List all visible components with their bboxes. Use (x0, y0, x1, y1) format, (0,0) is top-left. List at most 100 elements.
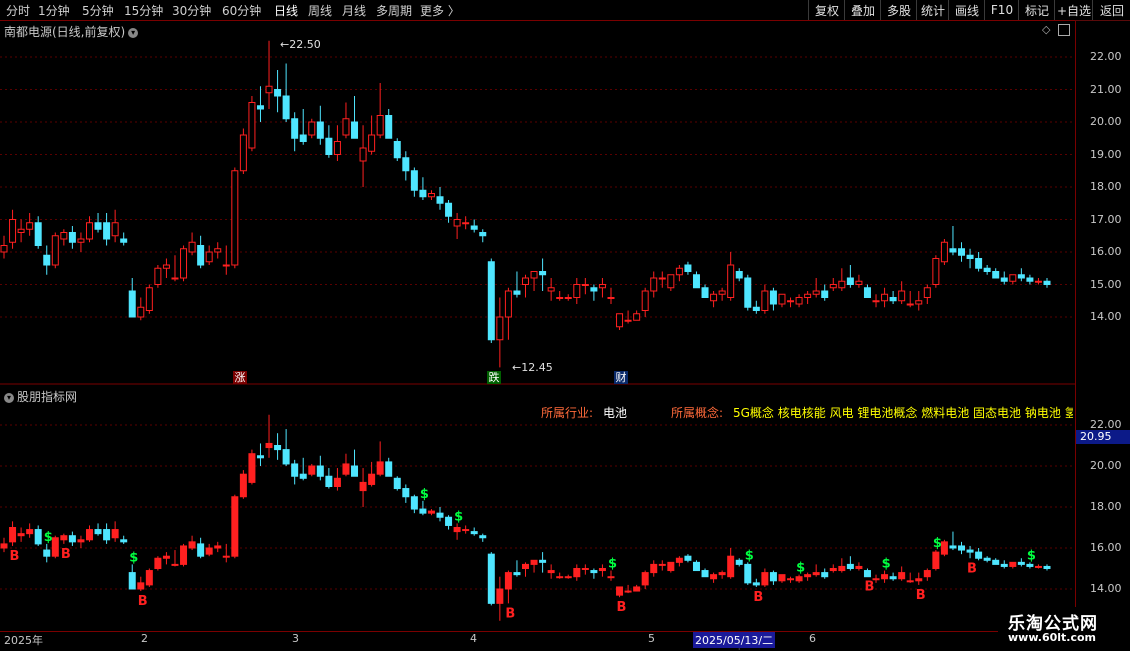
indicator-body (77, 539, 85, 543)
candle-body (205, 251, 213, 263)
candle-body (539, 271, 547, 276)
indicator-body (590, 570, 598, 574)
indicator-body (522, 563, 529, 570)
indicator-body (368, 473, 376, 485)
indicator-body (641, 572, 649, 586)
candle-body (445, 202, 453, 217)
indicator-body (1009, 561, 1017, 567)
indicator-body (282, 449, 290, 465)
low-price-label: ←12.45 (512, 361, 553, 374)
candle-body (222, 264, 230, 267)
sell-signal: $ (882, 557, 891, 572)
candle-body (923, 287, 931, 298)
y-tick-label: 19.00 (1090, 147, 1122, 161)
candle-body (556, 297, 564, 299)
indicator-body (1026, 563, 1034, 567)
indicator-body (915, 578, 923, 582)
candle-body (607, 297, 615, 299)
indicator-body (812, 572, 820, 576)
candle-body (564, 297, 572, 299)
buy-signal: B (753, 590, 763, 605)
buy-signal: B (916, 588, 926, 603)
indicator-body (103, 529, 111, 541)
indicator-body (752, 582, 760, 586)
kline-chart[interactable]: B B B B B B B B B $ $ $ $ $ $ $ $ $ $ (0, 0, 1130, 650)
indicator-body (51, 537, 59, 557)
indicator-body (624, 590, 632, 593)
candle-body (1017, 274, 1025, 279)
candle-body (641, 290, 649, 311)
event-up-marker[interactable]: 涨 (233, 371, 247, 384)
indicator-body (667, 561, 675, 572)
candle-body (256, 105, 264, 110)
indicator-body (1043, 565, 1051, 570)
candle-body (513, 290, 521, 295)
candle-body (581, 284, 589, 286)
candle-body (718, 290, 726, 295)
indicator-body (675, 557, 683, 563)
indicator-body (692, 561, 700, 572)
candle-body (487, 261, 495, 341)
buy-signal: B (864, 580, 874, 595)
candle-body (881, 293, 889, 302)
candle-body (778, 293, 786, 305)
indicator-body (43, 549, 51, 557)
candle-body (624, 319, 632, 322)
candle-body (180, 248, 188, 279)
candle-body (1043, 280, 1051, 285)
candle-body (949, 248, 957, 253)
indicator-body (128, 572, 136, 590)
candle-body (453, 219, 461, 227)
indicator-body (598, 568, 606, 572)
buy-signal: B (617, 600, 627, 615)
indicator-body (205, 547, 213, 555)
candle-body (966, 254, 974, 259)
y-tick-label: 20.00 (1090, 115, 1122, 128)
high-price-label: ←22.50 (280, 38, 321, 51)
candle-body (410, 170, 418, 191)
sell-signal: $ (608, 557, 617, 572)
indicator-body (171, 563, 179, 566)
indicator-body (992, 559, 1000, 565)
indicator-body (180, 545, 188, 565)
candle-body (419, 189, 427, 198)
candle-body (0, 245, 8, 253)
sell-signal: $ (933, 536, 942, 551)
indicator-body (983, 557, 991, 561)
candle-body (214, 248, 222, 253)
indicator-body (248, 453, 256, 483)
candle-body (26, 222, 34, 230)
indicator-body (658, 563, 666, 566)
indicator-body (556, 576, 564, 579)
indicator-body (94, 529, 102, 535)
candle-body (598, 284, 606, 289)
indicator-body (496, 588, 504, 604)
indicator-body (958, 545, 966, 551)
indicator-body (436, 512, 444, 518)
indicator-body (427, 510, 435, 514)
candle-body (333, 141, 341, 155)
indicator-body (342, 463, 350, 475)
sell-signal: $ (745, 548, 754, 563)
indicator-body (735, 559, 743, 565)
candle-body (351, 121, 359, 139)
indicator-body (308, 465, 316, 475)
indicator-body (410, 496, 418, 510)
candle-body (667, 274, 675, 289)
candle-body (77, 238, 85, 243)
indicator-body (513, 572, 521, 576)
indicator-body (316, 465, 324, 477)
candle-body (462, 222, 470, 225)
candle-body (188, 241, 196, 253)
candle-body (838, 280, 846, 289)
candle-body (633, 313, 641, 321)
current-price-badge: 20.95 (1076, 430, 1130, 444)
indicator-body (17, 533, 25, 537)
event-down-marker[interactable]: 跌 (487, 371, 501, 384)
y-tick-label: 17.00 (1090, 212, 1122, 226)
indicator-body (299, 473, 307, 479)
event-finance-marker[interactable]: 财 (614, 371, 628, 384)
candle-body (983, 267, 991, 272)
candle-body (427, 193, 435, 198)
indicator-body (333, 477, 341, 487)
